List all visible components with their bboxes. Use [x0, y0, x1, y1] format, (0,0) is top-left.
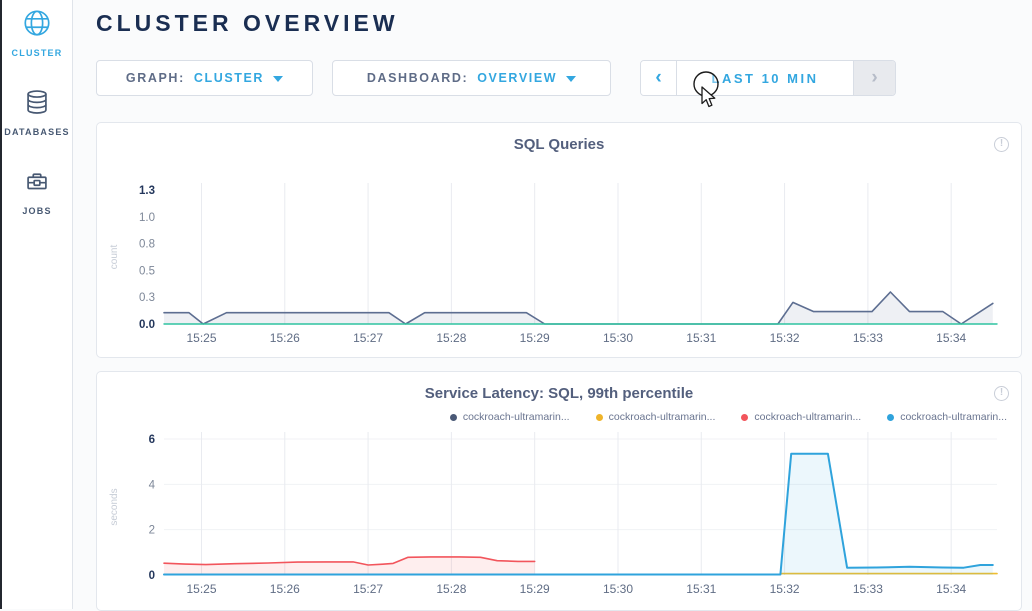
svg-text:0.5: 0.5 — [139, 265, 155, 277]
svg-text:15:27: 15:27 — [353, 331, 383, 345]
dashboard-dropdown-value: OVERVIEW — [477, 71, 557, 85]
svg-text:15:34: 15:34 — [936, 582, 966, 596]
window-edge — [0, 0, 2, 609]
svg-text:15:25: 15:25 — [186, 582, 216, 596]
svg-text:count: count — [109, 245, 120, 270]
svg-text:15:25: 15:25 — [186, 331, 216, 345]
svg-text:1.3: 1.3 — [139, 185, 155, 197]
legend-dot-icon — [596, 414, 603, 421]
sidebar-item-databases[interactable]: DATABASES — [2, 79, 72, 158]
sidebar: CLUSTER DATABASES JOBS — [2, 0, 73, 609]
svg-text:15:30: 15:30 — [603, 582, 633, 596]
svg-text:2: 2 — [149, 525, 155, 537]
svg-text:4: 4 — [149, 479, 156, 491]
svg-text:0: 0 — [149, 570, 155, 582]
graph-dropdown-value: CLUSTER — [194, 71, 264, 85]
svg-text:0.3: 0.3 — [139, 292, 155, 304]
dashboard-dropdown[interactable]: DASHBOARD: OVERVIEW — [332, 60, 611, 96]
svg-text:seconds: seconds — [109, 488, 120, 525]
svg-text:15:30: 15:30 — [603, 331, 633, 345]
svg-text:15:32: 15:32 — [770, 331, 800, 345]
prev-time-button[interactable]: ‹ — [641, 61, 676, 95]
chevron-down-icon — [566, 76, 576, 82]
svg-text:15:34: 15:34 — [936, 331, 966, 345]
svg-text:0.8: 0.8 — [139, 239, 155, 251]
chart-title: SQL Queries — [97, 123, 1021, 153]
dashboard-dropdown-label: DASHBOARD: — [367, 71, 468, 85]
graph-dropdown-label: GRAPH: — [126, 71, 185, 85]
legend-dot-icon — [450, 414, 457, 421]
svg-text:15:32: 15:32 — [770, 582, 800, 596]
svg-text:15:28: 15:28 — [436, 582, 466, 596]
svg-text:6: 6 — [149, 434, 155, 446]
legend-item[interactable]: cockroach-ultramarin... — [596, 411, 716, 423]
toolbar: GRAPH: CLUSTER DASHBOARD: OVERVIEW ‹ LAS… — [96, 60, 896, 96]
legend-label: cockroach-ultramarin... — [609, 411, 716, 423]
sidebar-item-label: DATABASES — [4, 127, 69, 137]
legend-item[interactable]: cockroach-ultramarin... — [741, 411, 861, 423]
svg-text:0.0: 0.0 — [139, 319, 155, 331]
sql-queries-chart[interactable]: 15:25 15:26 15:27 15:28 15:29 15:30 15:31 15:32… — [97, 176, 1021, 351]
svg-text:15:29: 15:29 — [520, 582, 550, 596]
chart-title: Service Latency: SQL, 99th percentile — [97, 372, 1021, 402]
page-title: CLUSTER OVERVIEW — [96, 10, 399, 37]
svg-text:15:33: 15:33 — [853, 582, 883, 596]
graph-dropdown[interactable]: GRAPH: CLUSTER — [96, 60, 313, 96]
briefcase-icon — [22, 166, 52, 201]
time-window-selector: ‹ LAST 10 MIN › — [640, 60, 896, 96]
legend-dot-icon — [741, 414, 748, 421]
legend-item[interactable]: cockroach-ultramarin... — [450, 411, 570, 423]
info-icon[interactable]: ! — [994, 386, 1009, 401]
chart-card-sql-queries: SQL Queries ! 15:2515:2615:2715:2815:291… — [96, 122, 1022, 358]
svg-text:15:31: 15:31 — [686, 582, 716, 596]
legend-label: cockroach-ultramarin... — [754, 411, 861, 423]
chevron-down-icon — [273, 76, 283, 82]
next-time-button[interactable]: › — [854, 61, 895, 95]
sidebar-item-label: CLUSTER — [12, 48, 63, 58]
globe-icon — [22, 8, 52, 43]
legend-dot-icon — [887, 414, 894, 421]
chart-card-service-latency: Service Latency: SQL, 99th percentile ! … — [96, 371, 1022, 611]
chart-legend: cockroach-ultramarin... cockroach-ultrama… — [450, 409, 1007, 425]
service-latency-chart[interactable]: 15:25 15:26 15:27 15:28 15:29 15:30 15:31 15:32… — [97, 429, 1021, 605]
legend-label: cockroach-ultramarin... — [900, 411, 1007, 423]
main-content: CLUSTER OVERVIEW GRAPH: CLUSTER DASHBOAR… — [74, 0, 1032, 609]
svg-text:15:29: 15:29 — [520, 331, 550, 345]
svg-text:15:27: 15:27 — [353, 582, 383, 596]
database-icon — [22, 87, 52, 122]
svg-text:15:26: 15:26 — [270, 331, 300, 345]
info-icon[interactable]: ! — [994, 137, 1009, 152]
sidebar-item-label: JOBS — [22, 206, 51, 216]
svg-text:15:33: 15:33 — [853, 331, 883, 345]
svg-text:1.0: 1.0 — [139, 212, 155, 224]
sidebar-item-cluster[interactable]: CLUSTER — [2, 0, 72, 79]
time-range-label[interactable]: LAST 10 MIN — [676, 61, 854, 95]
svg-text:15:31: 15:31 — [686, 331, 716, 345]
legend-item[interactable]: cockroach-ultramarin... — [887, 411, 1007, 423]
legend-label: cockroach-ultramarin... — [463, 411, 570, 423]
svg-text:15:28: 15:28 — [436, 331, 466, 345]
sidebar-item-jobs[interactable]: JOBS — [2, 158, 72, 237]
svg-text:15:26: 15:26 — [270, 582, 300, 596]
